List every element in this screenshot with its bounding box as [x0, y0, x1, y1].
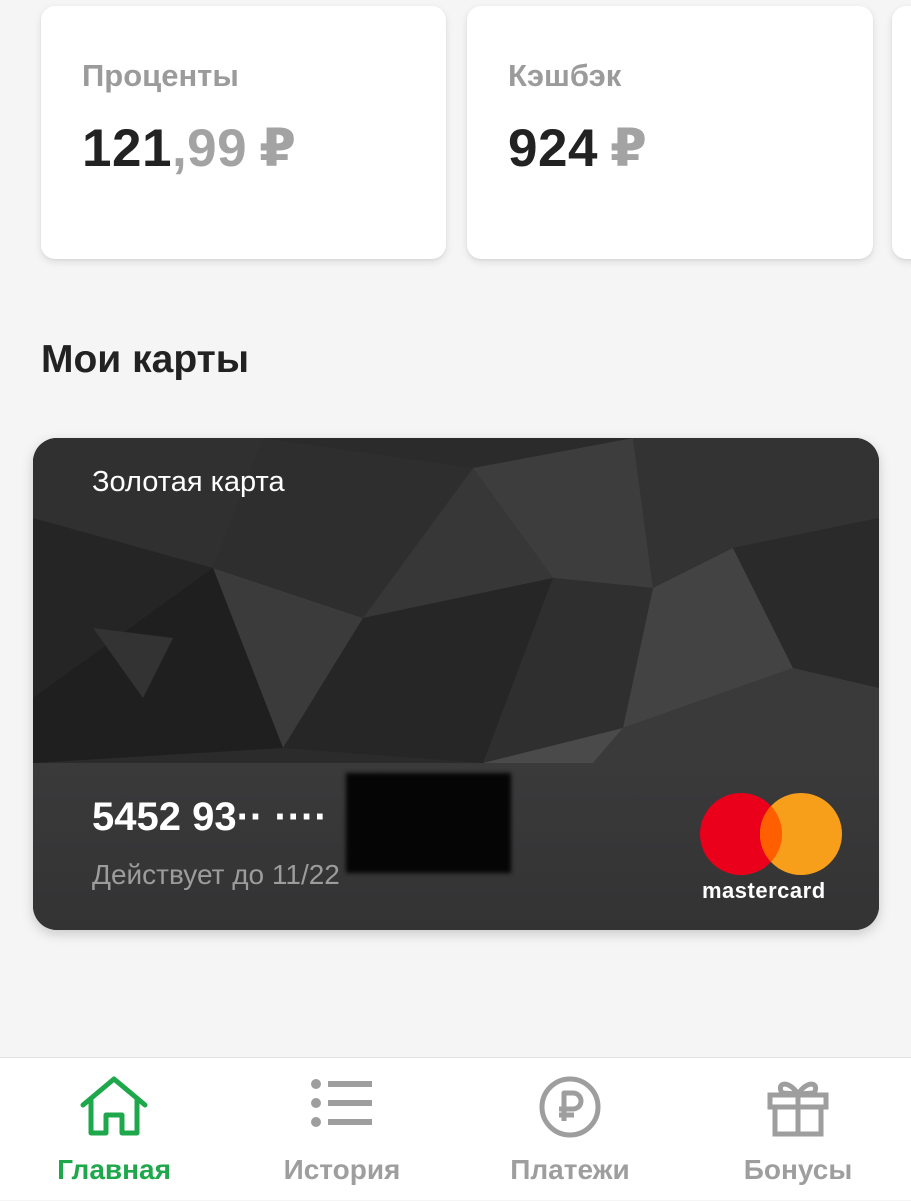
stat-value: 121,99 ₽: [82, 118, 297, 179]
currency-symbol: ₽: [609, 119, 648, 178]
bottom-tab-bar: Главная История Платежи Бонусы: [0, 1057, 911, 1200]
list-icon: [311, 1079, 372, 1127]
currency-symbol: ₽: [259, 119, 297, 178]
tab-payments[interactable]: Платежи: [456, 1058, 684, 1201]
tab-label: Бонусы: [743, 1154, 853, 1185]
mastercard-label: mastercard: [702, 878, 826, 903]
stat-label: Кэшбэк: [508, 58, 622, 93]
redacted-digits: [346, 773, 511, 873]
tab-home[interactable]: Главная: [0, 1058, 228, 1201]
stat-card-interest[interactable]: Проценты 121,99 ₽: [41, 6, 446, 259]
tab-label: Главная: [57, 1154, 171, 1185]
stat-value-int: 924: [508, 119, 598, 178]
stat-label: Проценты: [82, 58, 239, 93]
tab-label: История: [283, 1154, 401, 1185]
tab-history[interactable]: История: [228, 1058, 456, 1201]
tab-label: Платежи: [510, 1154, 630, 1185]
stats-carousel[interactable]: Проценты 121,99 ₽ Кэшбэк 924 ₽: [0, 0, 911, 280]
gift-icon: [767, 1081, 829, 1137]
stat-card-cashback[interactable]: Кэшбэк 924 ₽: [467, 6, 873, 259]
bank-card[interactable]: Золотая карта 5452 93·· ···· Действует д…: [33, 438, 879, 930]
stat-card-next-partial[interactable]: [892, 6, 911, 259]
section-title: Мои карты: [41, 338, 250, 381]
stat-value-frac: ,99: [171, 119, 248, 178]
card-expiry: Действует до 11/22: [92, 859, 340, 890]
stat-value: 924 ₽: [508, 118, 647, 179]
tab-bonuses[interactable]: Бонусы: [684, 1058, 911, 1201]
ruble-circle-icon: [539, 1076, 601, 1138]
card-number: 5452 93·· ····: [92, 795, 328, 839]
card-name: Золотая карта: [92, 466, 285, 498]
home-icon: [80, 1076, 148, 1136]
stat-value-int: 121: [82, 119, 172, 178]
